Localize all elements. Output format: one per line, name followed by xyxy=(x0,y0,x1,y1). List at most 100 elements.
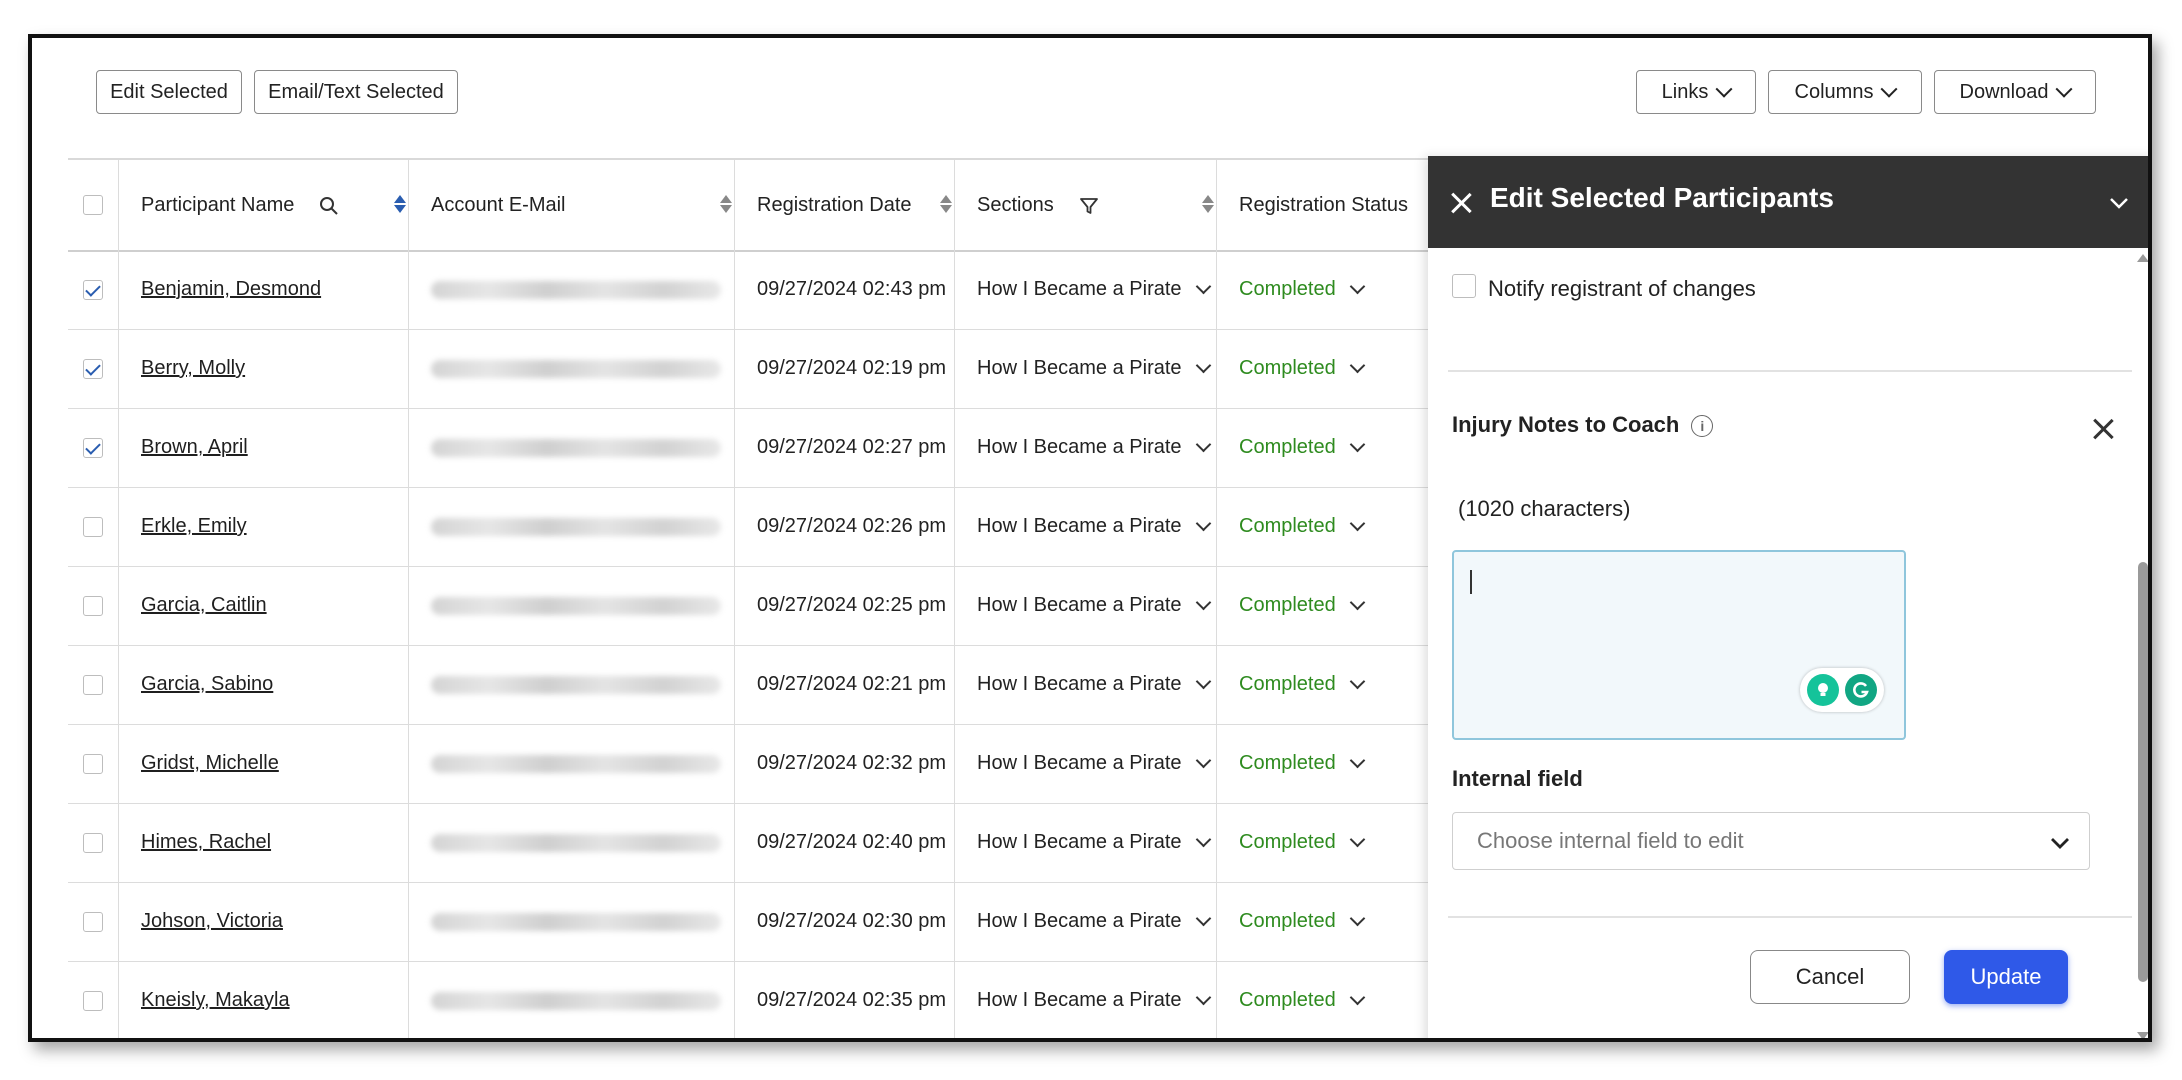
section-dropdown[interactable]: How I Became a Pirate xyxy=(954,566,1216,645)
row-checkbox[interactable] xyxy=(83,595,103,616)
section-dropdown[interactable]: How I Became a Pirate xyxy=(954,645,1216,724)
participant-name-link[interactable]: Gridst, Michelle xyxy=(141,752,279,775)
grammarly-badge[interactable] xyxy=(1800,668,1884,712)
section-value: How I Became a Pirate xyxy=(977,515,1182,537)
close-icon[interactable] xyxy=(1450,192,1472,214)
table-row: Brown, April 09/27/2024 02:27 pm How I Bec… xyxy=(68,408,1508,488)
injury-notes-textarea[interactable] xyxy=(1452,550,1906,740)
section-dropdown[interactable]: How I Became a Pirate xyxy=(954,961,1216,1038)
internal-field-placeholder: Choose internal field to edit xyxy=(1477,828,1744,853)
participant-name-link[interactable]: Garcia, Sabino xyxy=(141,673,273,696)
participant-name-link[interactable]: Kneisly, Makayla xyxy=(141,989,290,1012)
email-text-selected-button[interactable]: Email/Text Selected xyxy=(254,70,458,114)
info-icon[interactable]: i xyxy=(1691,415,1714,438)
chevron-down-icon xyxy=(1195,436,1211,453)
chevron-down-icon xyxy=(1195,357,1211,374)
row-checkbox[interactable] xyxy=(83,753,103,774)
section-value: How I Became a Pirate xyxy=(977,910,1182,932)
participant-name-link[interactable]: Garcia, Caitlin xyxy=(141,594,267,617)
table-header: Participant Name Account E-Mail Registra… xyxy=(68,158,1508,252)
row-checkbox[interactable] xyxy=(83,911,103,932)
cancel-button[interactable]: Cancel xyxy=(1750,950,1910,1004)
section-dropdown[interactable]: How I Became a Pirate xyxy=(954,250,1216,329)
row-checkbox[interactable] xyxy=(83,358,103,379)
row-checkbox[interactable] xyxy=(83,516,103,537)
clear-field-close-icon[interactable] xyxy=(2092,418,2114,440)
row-select-cell xyxy=(68,882,118,961)
row-checkbox[interactable] xyxy=(83,279,103,300)
participant-name-cell: Benjamin, Desmond xyxy=(118,250,408,329)
internal-field-select[interactable]: Choose internal field to edit xyxy=(1452,812,2090,870)
section-dropdown[interactable]: How I Became a Pirate xyxy=(954,487,1216,566)
chevron-down-icon xyxy=(1349,831,1365,848)
section-dropdown[interactable]: How I Became a Pirate xyxy=(954,408,1216,487)
chevron-down-icon xyxy=(1195,594,1211,611)
sort-icon[interactable] xyxy=(394,195,406,215)
row-checkbox[interactable] xyxy=(83,674,103,695)
section-value: How I Became a Pirate xyxy=(977,752,1182,774)
update-button[interactable]: Update xyxy=(1944,950,2068,1004)
links-dropdown-button[interactable]: Links xyxy=(1636,70,1756,114)
section-value: How I Became a Pirate xyxy=(977,594,1182,616)
sort-icon[interactable] xyxy=(940,195,952,215)
account-email-cell xyxy=(408,487,734,566)
redacted-email xyxy=(431,359,721,378)
scrollbar-thumb[interactable] xyxy=(2138,562,2148,982)
grammarly-icon[interactable] xyxy=(1845,674,1877,706)
panel-scrollbar[interactable] xyxy=(2136,252,2150,1042)
header-registration-date[interactable]: Registration Date xyxy=(734,160,954,250)
chevron-down-icon xyxy=(1349,436,1365,453)
sort-icon[interactable] xyxy=(1202,195,1214,215)
table-row: Erkle, Emily 09/27/2024 02:26 pm How I Bec… xyxy=(68,487,1508,567)
redacted-email xyxy=(431,754,721,773)
scroll-down-icon[interactable] xyxy=(2136,1030,2150,1042)
section-dropdown[interactable]: How I Became a Pirate xyxy=(954,803,1216,882)
header-account-email[interactable]: Account E-Mail xyxy=(408,160,734,250)
edit-selected-button[interactable]: Edit Selected xyxy=(96,70,242,114)
section-dropdown[interactable]: How I Became a Pirate xyxy=(954,882,1216,961)
chevron-down-icon xyxy=(1195,989,1211,1006)
participant-name-link[interactable]: Himes, Rachel xyxy=(141,831,271,854)
participant-name-link[interactable]: Benjamin, Desmond xyxy=(141,278,321,301)
row-checkbox[interactable] xyxy=(83,437,103,458)
select-all-checkbox[interactable] xyxy=(83,195,103,215)
status-value: Completed xyxy=(1239,910,1336,932)
participant-name-link[interactable]: Erkle, Emily xyxy=(141,515,247,538)
section-value: How I Became a Pirate xyxy=(977,673,1182,695)
row-checkbox[interactable] xyxy=(83,832,103,853)
injury-notes-label-text: Injury Notes to Coach xyxy=(1452,412,1680,437)
section-dropdown[interactable]: How I Became a Pirate xyxy=(954,329,1216,408)
row-checkbox[interactable] xyxy=(83,990,103,1011)
panel-header: Edit Selected Participants xyxy=(1428,156,2148,248)
row-select-cell xyxy=(68,408,118,487)
table-row: Berry, Molly 09/27/2024 02:19 pm How I Bec… xyxy=(68,329,1508,409)
participant-name-link[interactable]: Brown, April xyxy=(141,436,248,459)
row-select-cell xyxy=(68,250,118,329)
panel-title: Edit Selected Participants xyxy=(1490,182,1834,213)
section-value: How I Became a Pirate xyxy=(977,436,1182,458)
select-all-cell xyxy=(68,160,118,250)
sort-icon[interactable] xyxy=(720,195,732,215)
registration-date-cell: 09/27/2024 02:19 pm xyxy=(734,329,954,408)
participant-name-cell: Garcia, Sabino xyxy=(118,645,408,724)
registration-date-cell: 09/27/2024 02:26 pm xyxy=(734,487,954,566)
header-sections[interactable]: Sections xyxy=(954,160,1216,250)
participant-name-link[interactable]: Berry, Molly xyxy=(141,357,245,380)
notify-registrant-checkbox[interactable] xyxy=(1452,274,1476,298)
text-cursor xyxy=(1470,570,1472,594)
chevron-down-icon[interactable] xyxy=(2108,192,2130,214)
participant-name-link[interactable]: Johson, Victoria xyxy=(141,910,283,933)
lightbulb-icon[interactable] xyxy=(1807,674,1839,706)
redacted-email xyxy=(431,438,721,457)
search-icon[interactable] xyxy=(319,196,339,216)
columns-dropdown-button[interactable]: Columns xyxy=(1768,70,1922,114)
download-dropdown-button[interactable]: Download xyxy=(1934,70,2096,114)
account-email-cell xyxy=(408,329,734,408)
chevron-down-icon xyxy=(1349,673,1365,690)
scroll-up-icon[interactable] xyxy=(2136,252,2150,264)
row-select-cell xyxy=(68,803,118,882)
header-participant-name[interactable]: Participant Name xyxy=(118,160,408,250)
section-dropdown[interactable]: How I Became a Pirate xyxy=(954,724,1216,803)
filter-icon[interactable] xyxy=(1079,196,1099,216)
download-label: Download xyxy=(1959,80,2049,103)
